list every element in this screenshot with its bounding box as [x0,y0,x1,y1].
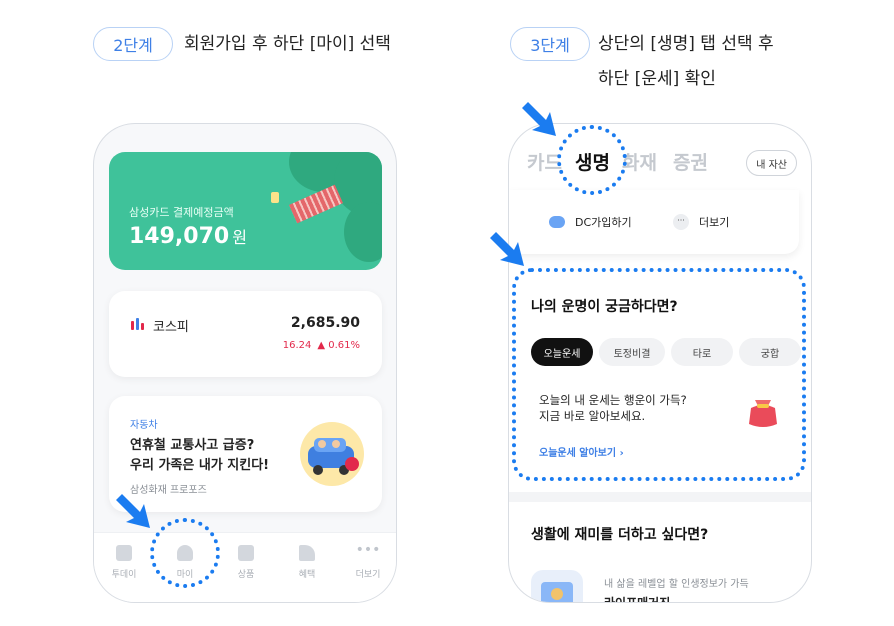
life-desc-text: 내 삶을 레벨업 할 인생정보가 가득 [604,579,749,590]
payment-amount-value: 149,070 [129,224,230,249]
dc-join-label: DC가입하기 [575,216,632,229]
arrow-icon [116,494,150,528]
nav-item-today[interactable]: 투데이 [99,545,149,580]
shopping-bag-icon [238,545,254,561]
tab-fire[interactable]: 화재 [622,148,657,175]
news-title-line1: 연휴철 교통사고 급증? [130,438,255,453]
drink-icon [271,192,279,203]
more-dots-icon: ••• [355,542,381,558]
step-2-badge: 2단계 [93,27,173,61]
payment-due-card[interactable]: 삼성카드 결제예정금액 149,070 원 [109,152,382,270]
nav-item-benefits[interactable]: 혜택 [282,545,332,580]
nav-item-more[interactable]: ••• 더보기 [343,542,393,580]
nav-label-benefits: 혜택 [298,570,316,580]
party-popper-icon [299,545,315,561]
kospi-change-points: 16.24 [282,340,312,351]
step-3-instruction-line1: 상단의 [생명] 탭 선택 후 [598,34,774,54]
quick-actions-card: DC가입하기 ··· 더보기 [509,190,799,254]
more-button[interactable]: ··· 더보기 [673,214,729,230]
step-3-badge: 3단계 [510,27,590,61]
dc-join-button[interactable]: DC가입하기 [549,214,632,230]
bottom-navigation: 투데이 마이 상품 혜택 ••• 더보기 [94,532,396,602]
life-desc-sub: 라이프매거진 [604,596,671,603]
today-icon [116,545,132,561]
my-assets-button[interactable]: 내 자산 [746,150,797,176]
news-category: 자동차 [130,420,158,431]
car-illustration [300,422,364,486]
tab-securities[interactable]: 증권 [673,148,708,175]
magazine-icon [531,570,583,602]
nav-label-products: 상품 [237,570,255,580]
nav-label-more: 더보기 [355,570,381,580]
kospi-value: 2,685.90 [290,315,360,331]
payment-amount-unit: 원 [232,228,247,247]
section-divider [509,492,811,502]
arrow-icon [490,232,524,266]
payment-amount: 149,070 원 [129,224,247,249]
kospi-change-percent: ▲ 0.61% [317,340,360,351]
news-title: 연휴철 교통사고 급증? 우리 가족은 내가 지킨다! [130,436,269,476]
more-label: 더보기 [699,216,730,229]
news-title-line2: 우리 가족은 내가 지킨다! [130,458,270,473]
candlestick-icon [131,318,147,330]
life-section-title: 생활에 재미를 더하고 싶다면? [531,527,709,543]
nav-item-products[interactable]: 상품 [221,545,271,580]
highlight-life-tab [557,125,627,195]
kospi-change: 16.24 ▲ 0.61% [283,340,360,351]
kospi-name: 코스피 [153,320,189,335]
highlight-my-tab [150,518,220,588]
more-dots-icon: ··· [673,214,689,230]
piggy-bank-icon [549,216,565,228]
kospi-card[interactable]: 코스피 2,685.90 16.24 ▲ 0.61% [109,291,382,377]
life-description: 내 삶을 레벨업 할 인생정보가 가득 라이프매거진 [604,576,749,603]
step-2-instruction: 회원가입 후 하단 [마이] 선택 [184,34,391,54]
arrow-icon [522,102,556,136]
step-3-instruction-line2: 하단 [운세] 확인 [598,69,716,89]
highlight-fortune-section [512,268,806,481]
nav-label-today: 투데이 [111,570,137,580]
payment-label: 삼성카드 결제예정금액 [129,206,234,219]
top-tab-bar: 카드 생명 화재 증권 내 자산 [509,148,811,188]
